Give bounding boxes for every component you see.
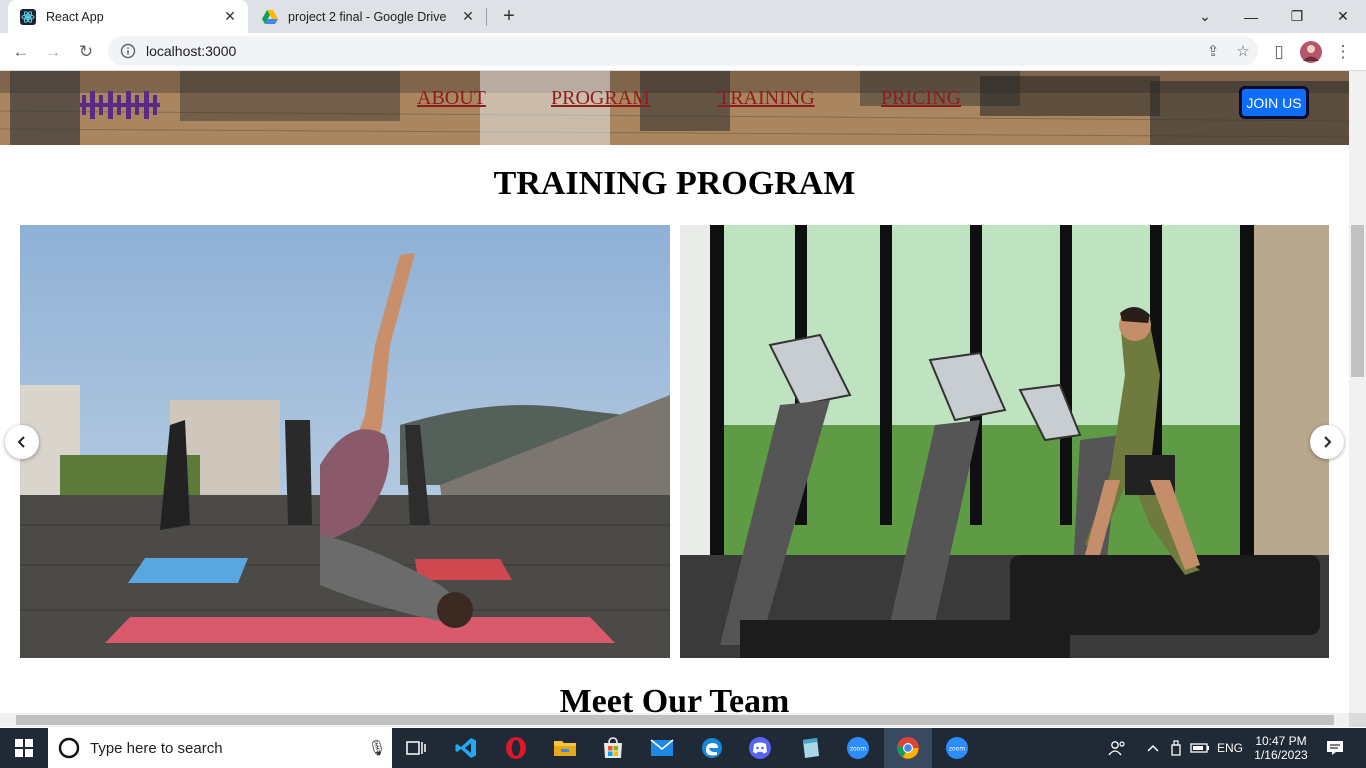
chevron-left-icon [17, 436, 25, 448]
language-indicator[interactable]: ENG [1212, 728, 1248, 768]
scrollbar-corner [1349, 713, 1366, 727]
windows-taskbar: Type here to search 🎙 zoom zoom ENG 10:4… [0, 728, 1366, 768]
browser-tab-strip: React App ✕ project 2 final - Google Dri… [0, 0, 1366, 33]
svg-text:zoom: zoom [850, 746, 866, 753]
team-section-title: Meet Our Team [559, 683, 790, 713]
react-icon [20, 8, 36, 25]
nav-link-about[interactable]: ABOUT [417, 87, 486, 110]
carousel-slide-treadmill [680, 225, 1329, 658]
gym-logo-icon [80, 91, 160, 119]
tab-google-drive[interactable]: project 2 final - Google Drive ✕ [250, 0, 486, 33]
menu-kebab-icon[interactable]: ⋮ [1330, 39, 1356, 65]
carousel-next-button[interactable] [1310, 425, 1344, 459]
chevron-right-icon [1324, 436, 1332, 448]
chevron-up-icon[interactable] [1142, 728, 1164, 768]
edge-icon[interactable] [688, 728, 736, 768]
microphone-icon[interactable]: 🎙 [362, 739, 392, 757]
notepad-icon[interactable] [786, 728, 834, 768]
clock-time: 10:47 PM [1255, 734, 1307, 748]
tab-react-app[interactable]: React App ✕ [8, 0, 248, 33]
task-view-icon[interactable] [392, 728, 440, 768]
close-tab-icon[interactable]: ✕ [220, 8, 240, 25]
nav-link-pricing[interactable]: PRICING [881, 87, 961, 110]
vertical-scrollbar-thumb[interactable] [1351, 225, 1364, 377]
file-explorer-icon[interactable] [541, 728, 589, 768]
notification-icon[interactable] [1318, 728, 1352, 768]
join-us-button[interactable]: JOIN US [1239, 86, 1309, 119]
vscode-icon[interactable] [442, 728, 490, 768]
bookmark-star-icon[interactable]: ☆ [1228, 42, 1258, 60]
nav-link-program[interactable]: PROGRAM [551, 87, 650, 110]
tab-title: React App [46, 9, 104, 24]
clock-date: 1/16/2023 [1254, 748, 1308, 762]
zoom-icon[interactable]: zoom [933, 728, 981, 768]
usb-device-icon[interactable] [1166, 728, 1186, 768]
page-viewport: ABOUT PROGRAM TRAINING PRICING JOIN US T… [0, 71, 1349, 713]
yoga-class-photo [20, 225, 670, 658]
horizontal-scrollbar-thumb[interactable] [16, 715, 1334, 725]
gym-banner-background [0, 71, 1349, 145]
windows-logo-icon [15, 739, 33, 757]
section-title: TRAINING PROGRAM [493, 165, 856, 202]
cortana-circle-icon [58, 737, 80, 759]
tab-search-icon[interactable]: ⌄ [1182, 0, 1228, 33]
chrome-icon[interactable] [884, 728, 932, 768]
forward-icon[interactable]: → [40, 39, 66, 65]
taskbar-search-box[interactable]: Type here to search 🎙 [48, 728, 392, 768]
restore-icon[interactable]: ❐ [1274, 0, 1320, 33]
tab-separator [486, 8, 487, 26]
back-icon[interactable]: ← [8, 39, 34, 65]
search-placeholder: Type here to search [90, 739, 223, 757]
side-panel-icon[interactable]: ▯ [1266, 39, 1292, 65]
google-drive-icon [262, 9, 278, 25]
browser-toolbar: ← → ↻ localhost:3000 ⇪ ☆ ▯ ⋮ [0, 33, 1366, 71]
svg-text:zoom: zoom [949, 746, 965, 753]
nav-link-training[interactable]: TRAINING [718, 87, 815, 110]
minimize-icon[interactable]: — [1228, 0, 1274, 33]
microsoft-store-icon[interactable] [589, 728, 637, 768]
people-icon[interactable] [1104, 728, 1130, 768]
site-info-icon[interactable] [120, 43, 136, 59]
mail-icon[interactable] [638, 728, 686, 768]
windows-start-button[interactable] [0, 728, 48, 768]
close-tab-icon[interactable]: ✕ [458, 8, 478, 25]
address-bar[interactable]: localhost:3000 ⇪ ☆ [108, 36, 1258, 66]
clock[interactable]: 10:47 PM 1/16/2023 [1250, 728, 1312, 768]
opera-icon[interactable] [492, 728, 540, 768]
vertical-scrollbar[interactable] [1349, 71, 1366, 713]
carousel-prev-button[interactable] [5, 425, 39, 459]
discord-icon[interactable] [736, 728, 784, 768]
close-window-icon[interactable]: ✕ [1320, 0, 1366, 33]
url-text: localhost:3000 [146, 43, 237, 59]
header-banner: ABOUT PROGRAM TRAINING PRICING JOIN US [0, 71, 1349, 145]
profile-avatar[interactable] [1298, 39, 1324, 65]
reload-icon[interactable]: ↻ [73, 39, 99, 65]
share-icon[interactable]: ⇪ [1198, 42, 1228, 60]
zoom-icon[interactable]: zoom [834, 728, 882, 768]
carousel-slide-yoga [20, 225, 670, 658]
battery-icon[interactable] [1188, 728, 1212, 768]
treadmill-gym-photo [680, 225, 1329, 658]
new-tab-button[interactable]: + [498, 5, 520, 27]
tab-title: project 2 final - Google Drive [288, 9, 447, 24]
